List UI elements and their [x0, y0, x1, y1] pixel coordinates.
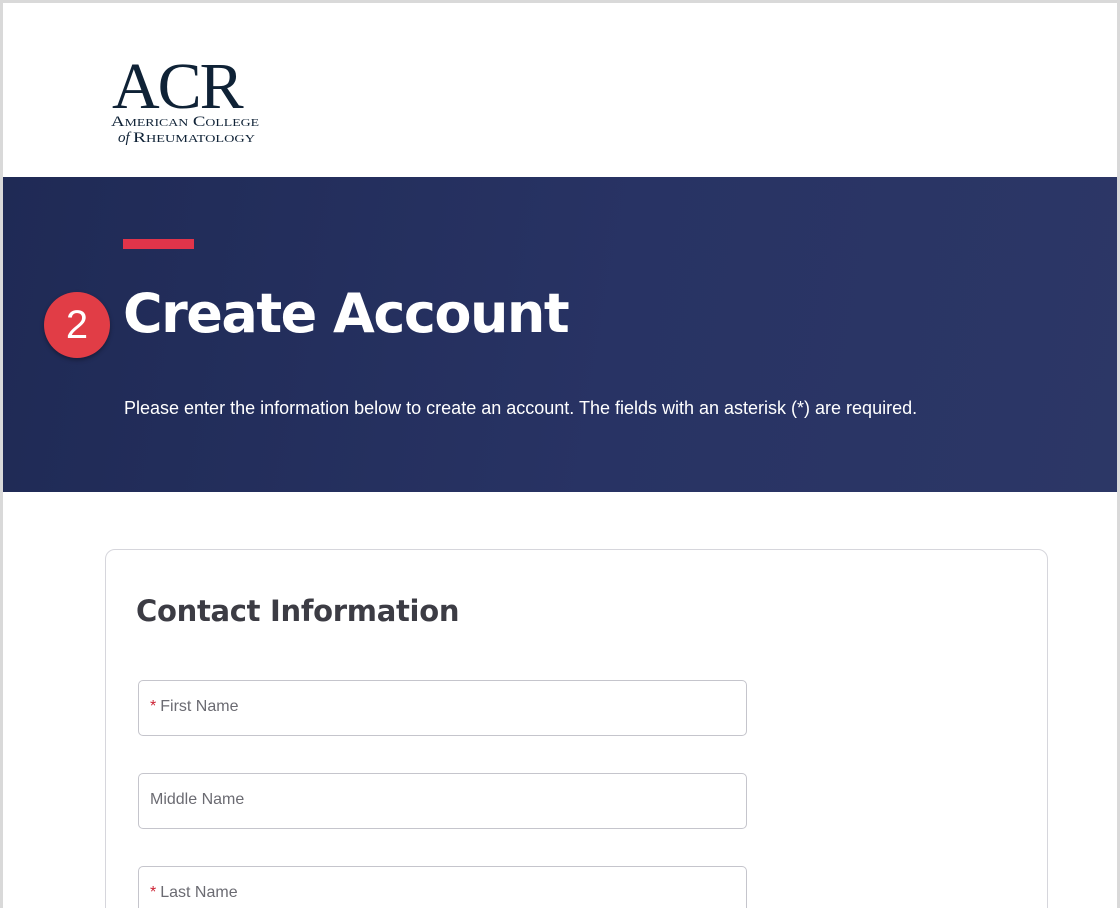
- logo-line-1: American College: [111, 114, 259, 130]
- first-name-input[interactable]: [139, 681, 746, 735]
- page-frame: ACR American College of Rheumatology 2 C…: [0, 0, 1120, 908]
- last-name-input[interactable]: [139, 867, 746, 908]
- page-instructions: Please enter the information below to cr…: [124, 398, 918, 418]
- contact-information-card: Contact Information * First Name Middle N…: [105, 549, 1048, 908]
- middle-name-field[interactable]: Middle Name: [138, 773, 747, 829]
- logo-of: of: [118, 130, 132, 146]
- last-name-field[interactable]: * Last Name: [138, 866, 747, 908]
- hero-accent-bar: [123, 239, 194, 249]
- section-title: Contact Information: [136, 594, 460, 628]
- step-number-badge: 2: [44, 292, 110, 358]
- logo-line-2: Rheumatology: [133, 130, 255, 146]
- hero-banner: 2 Create Account Please enter the inform…: [3, 177, 1117, 492]
- acr-logo-graphic: ACR American College of Rheumatology: [111, 53, 259, 146]
- logo-mark: ACR: [112, 53, 244, 123]
- middle-name-input[interactable]: [139, 774, 746, 828]
- first-name-field[interactable]: * First Name: [138, 680, 747, 736]
- acr-logo[interactable]: ACR American College of Rheumatology: [109, 53, 269, 153]
- page-title: Create Account: [123, 282, 570, 345]
